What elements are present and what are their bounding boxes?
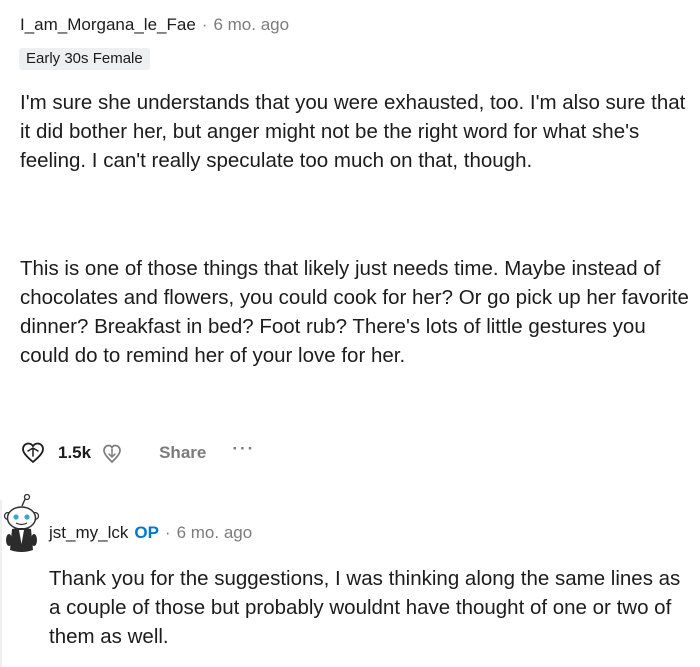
comment-timestamp[interactable]: 6 mo. ago [213, 14, 289, 36]
meta-separator: · [164, 523, 171, 542]
share-button[interactable]: Share [159, 443, 206, 463]
snoo-avatar-icon[interactable] [2, 493, 40, 558]
vote-count: 1.5k [58, 443, 92, 462]
reply-text: Thank you for the suggestions, I was thi… [49, 567, 681, 648]
comment-actions: 1.5k Share ··· [20, 437, 255, 469]
upvote-icon[interactable] [20, 440, 46, 466]
comment-header: I_am_Morgana_le_Fae · 6 mo. ago [20, 14, 289, 36]
comment-paragraph: I'm sure she understands that you were e… [20, 91, 686, 172]
reply-username[interactable]: jst_my_lck [49, 522, 128, 544]
meta-separator: · [201, 15, 208, 34]
downvote-icon[interactable] [99, 440, 125, 466]
reply-timestamp[interactable]: 6 mo. ago [177, 522, 253, 544]
comment-paragraph: This is one of those things that likely … [20, 257, 689, 367]
comment-username[interactable]: I_am_Morgana_le_Fae [20, 14, 196, 36]
reply-header: jst_my_lck OP · 6 mo. ago [49, 522, 252, 544]
more-options-button[interactable]: ··· [232, 439, 255, 459]
op-badge: OP [134, 523, 159, 542]
user-flair: Early 30s Female [19, 48, 150, 70]
